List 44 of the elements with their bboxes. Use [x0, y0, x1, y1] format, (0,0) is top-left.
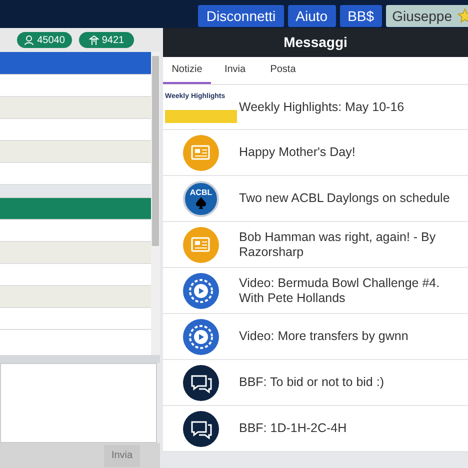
star-icon	[458, 8, 468, 23]
table-row[interactable]	[0, 286, 151, 308]
nav-button[interactable]: BB$	[340, 4, 382, 26]
selected-row[interactable]	[0, 198, 151, 220]
item-title: Happy Mother's Day!	[239, 145, 356, 160]
tab[interactable]: Posta	[259, 57, 307, 84]
table-row[interactable]	[0, 141, 151, 163]
newspaper-icon	[183, 226, 219, 262]
news-item[interactable]: ACBL Two new ACBL Daylongs on schedule	[163, 176, 468, 222]
header-row[interactable]	[0, 52, 151, 75]
table-icon	[88, 34, 99, 46]
message-input[interactable]	[0, 363, 157, 443]
item-title: Video: Bermuda Bowl Challenge #4. With Pete Hollands	[239, 276, 441, 306]
scrollbar-thumb[interactable]	[152, 56, 159, 246]
scrollbar[interactable]	[151, 52, 160, 355]
spade-icon	[196, 197, 206, 209]
chat-icon	[183, 364, 219, 400]
nav-button[interactable]: Aiuto	[288, 4, 336, 26]
item-title: BBF: 1D-1H-2C-4H	[239, 421, 348, 436]
news-item[interactable]: Video: Bermuda Bowl Challenge #4. With Pete Hollands	[163, 268, 468, 314]
item-title: BBF: To bid or not to bid :)	[239, 375, 385, 390]
item-title: Bob Hamman was right, again! - By Razorsharp	[239, 230, 437, 260]
tab[interactable]: Invia	[211, 57, 259, 84]
news-item[interactable]: Bob Hamman was right, again! - By Razorsharp	[163, 222, 468, 268]
play-icon	[183, 318, 219, 354]
acbl-logo: ACBL	[183, 180, 219, 216]
counter-pill[interactable]: 9421	[79, 32, 134, 48]
person-icon	[24, 34, 34, 46]
user-button[interactable]: Giuseppe	[386, 4, 468, 26]
item-title: Two new ACBL Daylongs on schedule	[239, 191, 451, 206]
table-row[interactable]	[0, 97, 151, 119]
chat-icon	[183, 410, 219, 446]
item-title: Weekly Highlights: May 10-16	[239, 100, 406, 114]
counter-pill[interactable]: 45040	[17, 32, 72, 48]
nav-button[interactable]: Disconnetti	[198, 4, 284, 26]
tab[interactable]: Notizie	[163, 57, 211, 84]
panel-title: Messaggi	[163, 28, 468, 57]
news-item[interactable]: BBF: To bid or not to bid :)	[163, 360, 468, 406]
play-icon	[183, 272, 219, 308]
news-item[interactable]: Happy Mother's Day!	[163, 130, 468, 176]
news-item[interactable]: Video: More transfers by gwnn	[163, 314, 468, 360]
item-title: Video: More transfers by gwnn	[239, 329, 410, 344]
newspaper-icon	[183, 134, 219, 170]
table-row[interactable]	[0, 242, 151, 264]
